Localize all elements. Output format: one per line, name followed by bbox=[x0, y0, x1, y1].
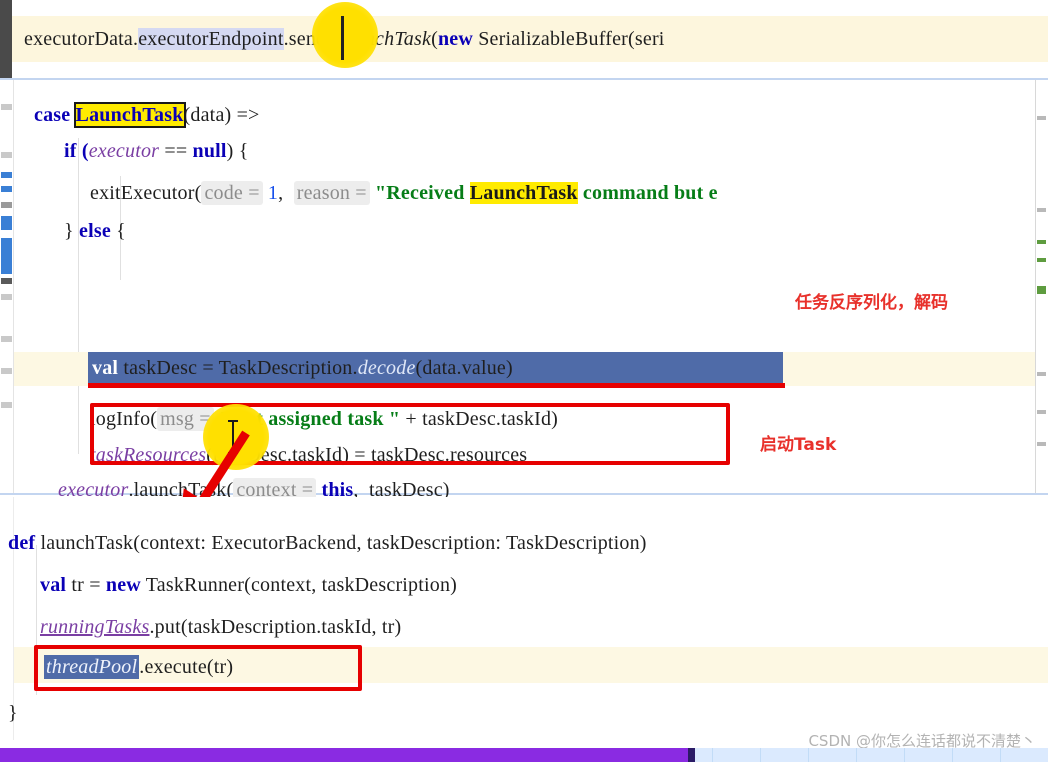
code-line-runningtasks-put[interactable]: runningTasks.put(taskDescription.taskId,… bbox=[40, 609, 401, 645]
mouse-cursor-highlight-top bbox=[312, 2, 378, 68]
code-line-text: } bbox=[8, 702, 18, 725]
gutter-mark bbox=[1, 172, 12, 178]
gutter-mark bbox=[1, 278, 12, 284]
gutter-mark bbox=[1, 294, 12, 300]
code-line-text: runningTasks.put(taskDescription.taskId,… bbox=[40, 616, 401, 639]
code-line-text: exitExecutor(code = 1, reason = "Receive… bbox=[90, 180, 718, 205]
code-segment: SerializableBuffer(seri bbox=[473, 27, 665, 50]
code-segment: taskDesc = TaskDescription. bbox=[118, 356, 358, 379]
code-segment: } bbox=[8, 701, 18, 724]
scroll-marker bbox=[1037, 442, 1046, 446]
code-line-val-taskdesc[interactable]: val taskDesc = TaskDescription.decode(da… bbox=[92, 352, 513, 384]
gutter-mark bbox=[1, 104, 12, 110]
code-segment: if ( bbox=[64, 139, 89, 162]
code-segment: .put(taskDescription.taskId, tr) bbox=[149, 615, 402, 638]
code-segment: == bbox=[159, 139, 193, 162]
code-segment: case bbox=[34, 103, 76, 126]
scroll-marker bbox=[1037, 410, 1046, 414]
main-editor-right-gutter[interactable] bbox=[1035, 80, 1048, 493]
code-line-bottom-closing-brace[interactable]: } bbox=[8, 695, 18, 731]
code-segment: ( bbox=[431, 27, 438, 50]
code-segment: tr = bbox=[66, 573, 106, 596]
bottom-editor-panel: def launchTask(context: ExecutorBackend,… bbox=[0, 497, 1048, 740]
bottom-progress-cap bbox=[688, 748, 695, 762]
code-line-case-launchtask[interactable]: case LaunchTask(data) => bbox=[34, 98, 260, 132]
code-line-text: def launchTask(context: ExecutorBackend,… bbox=[8, 532, 647, 555]
bottom-progress-fill bbox=[0, 748, 688, 762]
progress-tick bbox=[856, 748, 857, 762]
code-segment: (data) => bbox=[183, 103, 260, 126]
scroll-marker bbox=[1037, 258, 1046, 262]
indent-guide bbox=[78, 138, 79, 454]
progress-tick bbox=[1000, 748, 1001, 762]
code-segment: executorEndpoint bbox=[138, 27, 284, 50]
progress-tick bbox=[808, 748, 809, 762]
code-segment: TaskRunner(context, taskDescription) bbox=[140, 573, 458, 596]
annotation-deserialize: 任务反序列化，解码 bbox=[795, 293, 948, 313]
code-segment: new bbox=[437, 27, 473, 50]
annotation-start-task: 启动Task bbox=[760, 435, 837, 455]
top-editor-caret-line[interactable]: executorData.executorEndpoint.send(Launc… bbox=[12, 16, 1048, 62]
progress-tick bbox=[904, 748, 905, 762]
scroll-marker bbox=[1037, 372, 1046, 376]
code-line-text: } else { bbox=[64, 220, 126, 243]
gutter-mark bbox=[1, 152, 12, 158]
code-segment: executor bbox=[88, 139, 160, 162]
code-segment: LaunchTask bbox=[469, 181, 578, 204]
progress-tick bbox=[760, 748, 761, 762]
code-line-text: case LaunchTask(data) => bbox=[34, 101, 260, 128]
main-editor-left-gutter[interactable] bbox=[0, 80, 14, 493]
code-segment: (data.value) bbox=[415, 356, 513, 379]
bottom-progress-bar[interactable] bbox=[0, 748, 1048, 762]
code-segment: command but e bbox=[577, 181, 718, 204]
highlight-box-threadpool bbox=[34, 645, 362, 691]
code-line-exit-executor[interactable]: exitExecutor(code = 1, reason = "Receive… bbox=[90, 176, 718, 210]
code-line-text: val tr = new TaskRunner(context, taskDes… bbox=[40, 574, 457, 597]
code-line-text: if (executor == null) { bbox=[64, 140, 249, 163]
code-segment: def bbox=[8, 531, 36, 554]
code-segment: executorData. bbox=[24, 27, 139, 50]
gutter-mark bbox=[1, 186, 12, 192]
code-segment: reason = bbox=[293, 180, 370, 205]
scroll-marker bbox=[1037, 116, 1046, 120]
code-segment: LaunchTask bbox=[73, 101, 186, 128]
gutter-mark bbox=[1, 368, 12, 374]
code-line-def-launchtask[interactable]: def launchTask(context: ExecutorBackend,… bbox=[8, 525, 647, 561]
gutter-mark bbox=[1, 216, 12, 230]
red-underline-val-taskdesc bbox=[88, 383, 785, 388]
code-segment: ) { bbox=[226, 139, 249, 162]
gutter-mark bbox=[1, 336, 12, 342]
code-segment: decode bbox=[357, 356, 416, 379]
gutter-mark bbox=[1, 238, 12, 274]
progress-tick bbox=[712, 748, 713, 762]
code-segment: null bbox=[192, 139, 227, 162]
code-segment: } bbox=[64, 219, 79, 242]
scroll-marker bbox=[1037, 240, 1046, 244]
text-caret-top bbox=[341, 16, 344, 60]
code-segment: exitExecutor( bbox=[90, 181, 202, 204]
code-segment: else bbox=[79, 219, 111, 242]
code-segment: val bbox=[92, 356, 119, 379]
code-line-if-executor-null[interactable]: if (executor == null) { bbox=[64, 134, 249, 168]
code-line-else[interactable]: } else { bbox=[64, 214, 126, 248]
gutter-mark bbox=[1, 402, 12, 408]
progress-tick bbox=[952, 748, 953, 762]
top-editor-panel: executorData.executorEndpoint.send(Launc… bbox=[0, 0, 1048, 78]
code-segment: 1 bbox=[267, 181, 279, 204]
scroll-marker bbox=[1037, 286, 1046, 294]
code-segment: val bbox=[40, 573, 67, 596]
scroll-marker bbox=[1037, 208, 1046, 212]
code-segment: new bbox=[105, 573, 141, 596]
code-segment: launchTask(context: ExecutorBackend, tas… bbox=[35, 531, 647, 554]
code-segment: code = bbox=[201, 180, 263, 205]
code-segment: runningTasks bbox=[40, 615, 150, 638]
code-segment: { bbox=[110, 219, 126, 242]
gutter-mark bbox=[1, 202, 12, 208]
code-line-text: val taskDesc = TaskDescription.decode(da… bbox=[92, 357, 513, 380]
code-line-val-tr[interactable]: val tr = new TaskRunner(context, taskDes… bbox=[40, 567, 457, 603]
code-segment: "Received bbox=[374, 181, 470, 204]
code-segment: , bbox=[278, 181, 294, 204]
top-editor-left-gutter bbox=[0, 0, 12, 78]
